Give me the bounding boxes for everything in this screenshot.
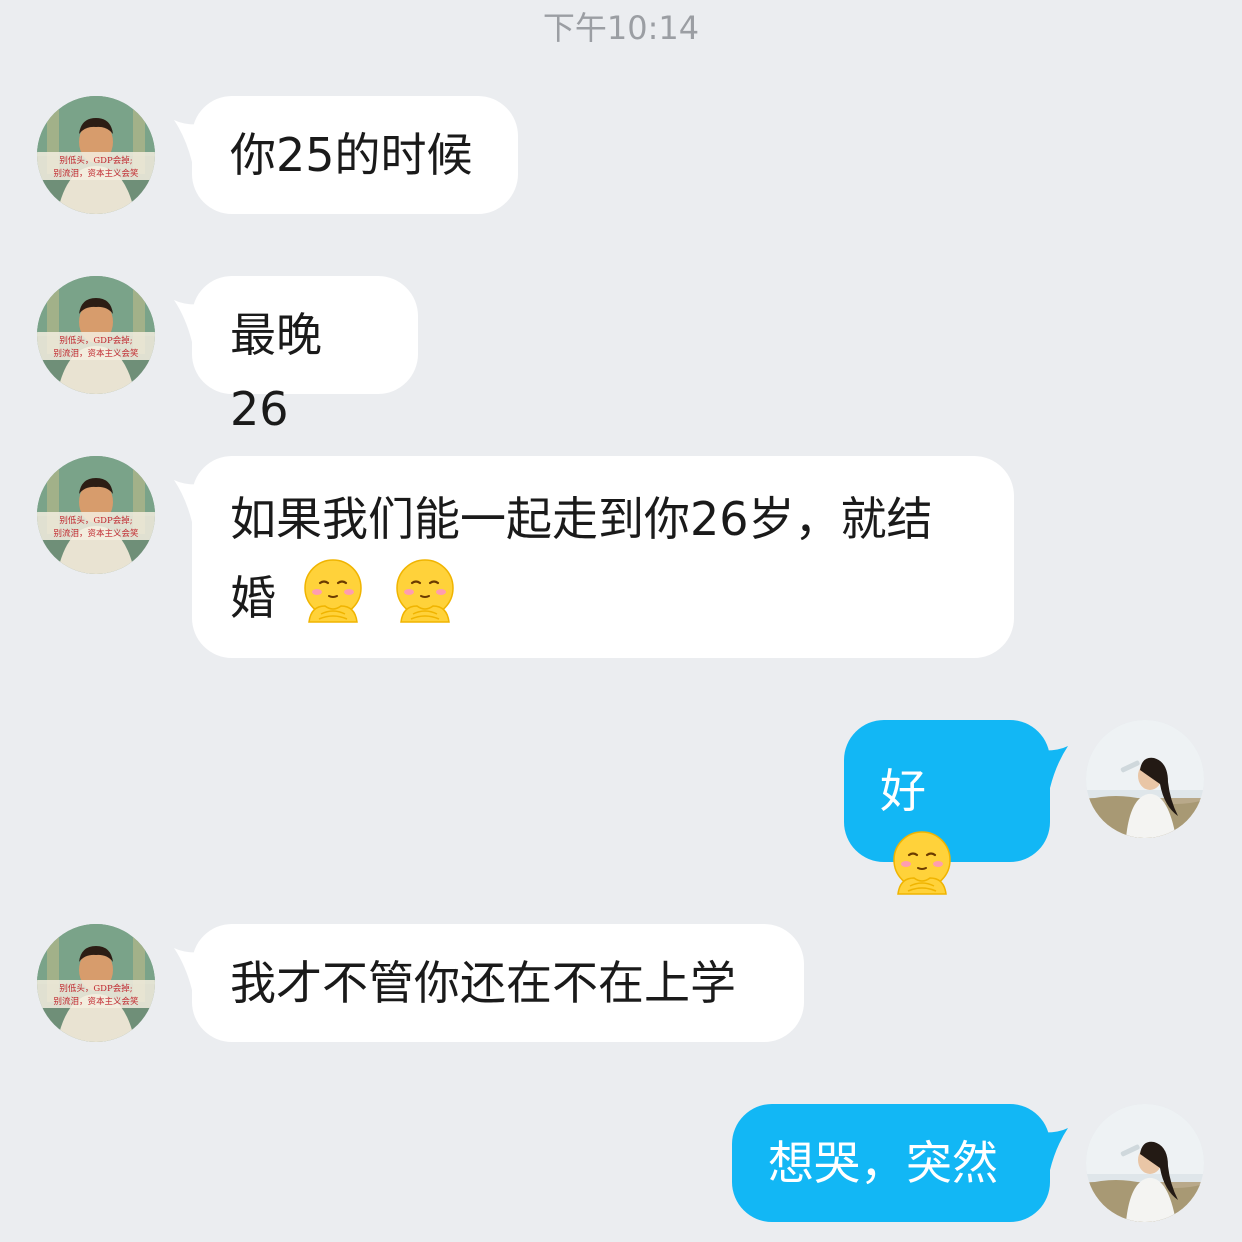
avatar-caption-2: 别流泪，资本主义会笑: [53, 996, 139, 1007]
message-text: 你25的时候: [230, 128, 473, 182]
message-bubble-incoming[interactable]: 我才不管你还在不在上学: [192, 924, 804, 1042]
avatar-caption-1: 别低头，GDP会掉;: [59, 335, 132, 346]
blushing-hands-emoji-icon: [389, 556, 461, 628]
avatar-self[interactable]: [1086, 1104, 1204, 1222]
avatar-contact[interactable]: 别低头，GDP会掉; 别流泪，资本主义会笑: [37, 924, 155, 1042]
message-text: 想哭，突然: [768, 1136, 998, 1190]
avatar-contact[interactable]: 别低头，GDP会掉; 别流泪，资本主义会笑: [37, 96, 155, 214]
avatar-caption-2: 别流泪，资本主义会笑: [53, 528, 139, 539]
avatar-caption-2: 别流泪，资本主义会笑: [53, 168, 139, 179]
avatar-contact[interactable]: 别低头，GDP会掉; 别流泪，资本主义会笑: [37, 456, 155, 574]
bubble-tail: [1036, 1128, 1068, 1170]
message-text: 最晚26: [230, 308, 322, 436]
avatar-caption-1: 别低头，GDP会掉;: [59, 515, 132, 526]
avatar-caption-2: 别流泪，资本主义会笑: [53, 348, 139, 359]
timestamp: 下午10:14: [542, 9, 700, 47]
bubble-tail: [1036, 746, 1068, 788]
message-bubble-incoming[interactable]: 如果我们能一起走到你26岁，就结 婚: [192, 456, 1014, 658]
message-bubble-incoming[interactable]: 你25的时候: [192, 96, 518, 214]
avatar-contact[interactable]: 别低头，GDP会掉; 别流泪，资本主义会笑: [37, 276, 155, 394]
message-bubble-outgoing[interactable]: 好: [844, 720, 1050, 862]
blushing-hands-emoji-icon: [886, 828, 958, 900]
avatar-self[interactable]: [1086, 720, 1204, 838]
message-text-line2-row: 婚: [230, 556, 976, 635]
message-text: 好: [880, 764, 926, 818]
message-bubble-outgoing[interactable]: 想哭，突然: [732, 1104, 1050, 1222]
message-text: 我才不管你还在不在上学: [230, 956, 736, 1010]
avatar-caption-1: 别低头，GDP会掉;: [59, 983, 132, 994]
message-text-line1: 如果我们能一起走到你26岁，就结: [230, 492, 933, 546]
blushing-hands-emoji-icon: [297, 556, 369, 628]
message-bubble-incoming[interactable]: 最晚26: [192, 276, 418, 436]
message-text-line2: 婚: [230, 571, 276, 625]
avatar-caption-1: 别低头，GDP会掉;: [59, 155, 132, 166]
